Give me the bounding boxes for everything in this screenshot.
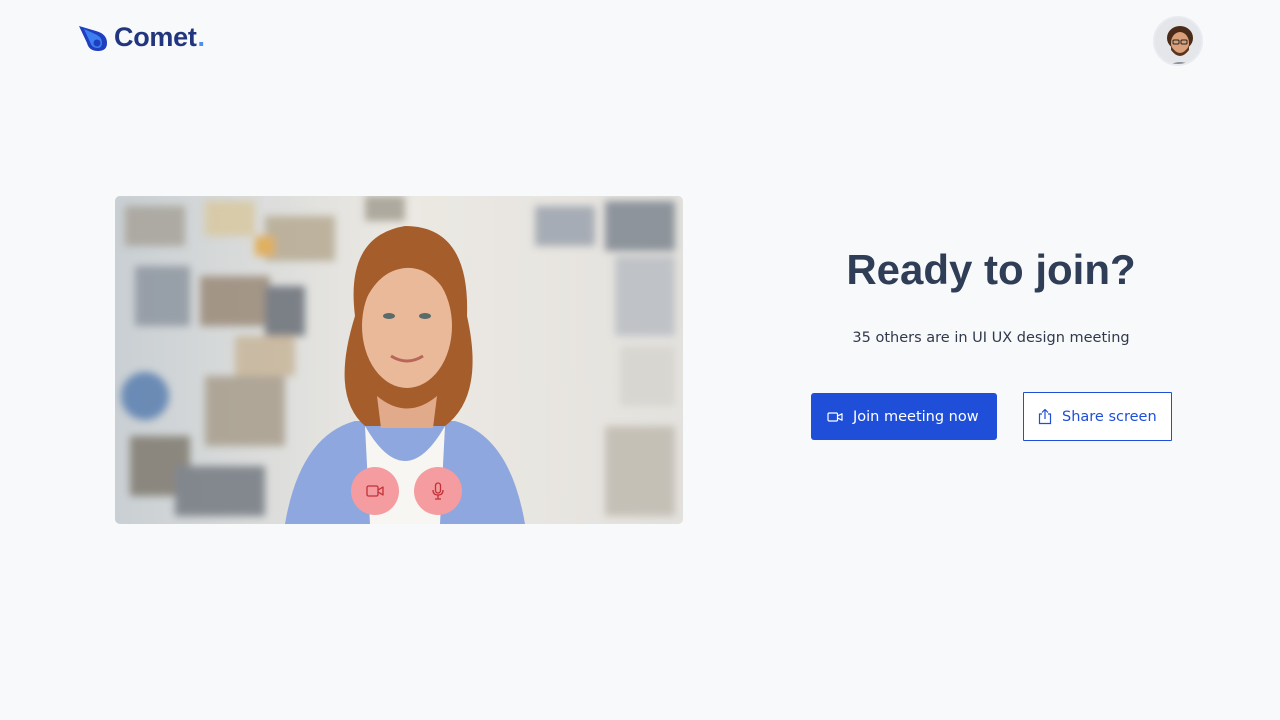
avatar-portrait-icon — [1155, 18, 1201, 64]
toggle-camera-button[interactable] — [351, 467, 399, 515]
camera-preview — [115, 196, 683, 524]
toggle-microphone-button[interactable] — [414, 467, 462, 515]
share-screen-button[interactable]: Share screen — [1023, 392, 1172, 441]
share-screen-label: Share screen — [1062, 408, 1157, 425]
brand-name: Comet — [114, 22, 197, 52]
brand-logo[interactable]: Comet . — [78, 22, 205, 53]
video-camera-icon — [827, 411, 843, 422]
brand-dot: . — [197, 22, 206, 52]
user-avatar[interactable] — [1153, 16, 1203, 66]
microphone-icon — [432, 482, 444, 500]
page-title: Ready to join? — [846, 246, 1136, 293]
join-meeting-button[interactable]: Join meeting now — [811, 393, 997, 440]
camera-feed-image — [115, 196, 683, 524]
meeting-participants-text: 35 others are in UI UX design meeting — [852, 330, 1130, 346]
video-camera-icon — [366, 485, 384, 497]
join-meeting-label: Join meeting now — [853, 408, 979, 425]
comet-logo-icon — [79, 25, 107, 51]
share-icon — [1038, 408, 1052, 425]
